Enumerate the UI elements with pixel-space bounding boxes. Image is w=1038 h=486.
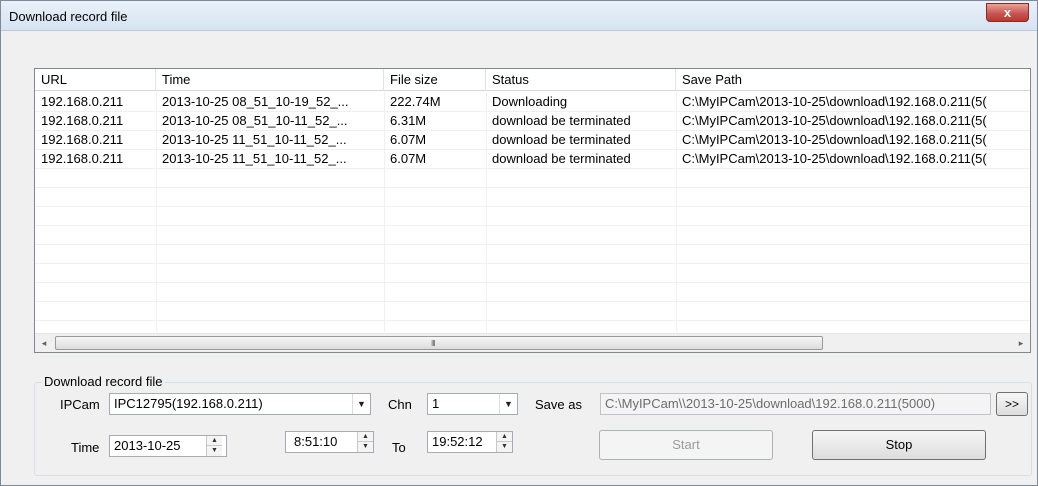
start-time-spinner[interactable]: ▲ ▼ bbox=[357, 432, 373, 452]
grid-row-line bbox=[35, 301, 1030, 302]
chn-label: Chn bbox=[388, 397, 412, 412]
to-label: To bbox=[392, 440, 406, 455]
grid-row-line bbox=[35, 206, 1030, 207]
start-button[interactable]: Start bbox=[599, 430, 773, 460]
groupbox-label: Download record file bbox=[42, 374, 165, 389]
column-header-time[interactable]: Time bbox=[156, 69, 384, 91]
grid-row-line bbox=[35, 225, 1030, 226]
cell-url: 192.168.0.211 bbox=[41, 94, 124, 109]
browse-button[interactable]: >> bbox=[996, 392, 1028, 416]
scroll-right-icon[interactable]: ▸ bbox=[1014, 336, 1028, 350]
ipcam-label: IPCam bbox=[60, 397, 100, 412]
cell-status: Downloading bbox=[492, 94, 568, 109]
column-header-save-path[interactable]: Save Path bbox=[676, 69, 1030, 91]
cell-save-path: C:\MyIPCam\2013-10-25\download\192.168.0… bbox=[682, 113, 987, 128]
table-row[interactable]: 192.168.0.211 2013-10-25 11_51_10-11_52_… bbox=[35, 130, 1030, 149]
download-record-dialog: Download record file x URL Time File siz… bbox=[0, 0, 1038, 486]
cell-time: 2013-10-25 08_51_10-19_52_... bbox=[162, 94, 349, 109]
table-row[interactable]: 192.168.0.211 2013-10-25 08_51_10-19_52_… bbox=[35, 92, 1030, 111]
cell-save-path: C:\MyIPCam\2013-10-25\download\192.168.0… bbox=[682, 151, 987, 166]
spin-down-icon[interactable]: ▼ bbox=[358, 442, 373, 452]
download-list[interactable]: URL Time File size Status Save Path 192.… bbox=[34, 68, 1031, 353]
cell-save-path: C:\MyIPCam\2013-10-25\download\192.168.0… bbox=[682, 94, 987, 109]
cell-save-path: C:\MyIPCam\2013-10-25\download\192.168.0… bbox=[682, 132, 987, 147]
start-time-value: 8:51:10 bbox=[294, 434, 338, 449]
spin-up-icon[interactable]: ▲ bbox=[497, 432, 512, 442]
table-row[interactable]: 192.168.0.211 2013-10-25 08_51_10-11_52_… bbox=[35, 111, 1030, 130]
date-field[interactable]: 2013-10-25 ▲ ▼ bbox=[109, 435, 227, 457]
save-as-label: Save as bbox=[535, 397, 582, 412]
cell-status: download be terminated bbox=[492, 132, 631, 147]
cell-file-size: 6.07M bbox=[390, 132, 427, 147]
cell-url: 192.168.0.211 bbox=[41, 132, 124, 147]
spin-down-icon[interactable]: ▼ bbox=[497, 442, 512, 452]
grid-row-line bbox=[35, 320, 1030, 321]
spin-down-icon[interactable]: ▼ bbox=[207, 446, 222, 456]
stop-button[interactable]: Stop bbox=[812, 430, 986, 460]
cell-time: 2013-10-25 11_51_10-11_52_... bbox=[162, 151, 347, 166]
horizontal-scrollbar[interactable]: ◂ III ▸ bbox=[35, 333, 1030, 352]
time-label: Time bbox=[71, 440, 100, 455]
grid-row-line bbox=[35, 244, 1030, 245]
cell-url: 192.168.0.211 bbox=[41, 113, 124, 128]
end-time-value: 19:52:12 bbox=[432, 434, 483, 449]
close-button[interactable]: x bbox=[986, 3, 1029, 22]
start-time-field[interactable]: 8:51:10 ▲ ▼ bbox=[285, 431, 374, 453]
grid-row-line bbox=[35, 282, 1030, 283]
spin-up-icon[interactable]: ▲ bbox=[358, 432, 373, 442]
table-row[interactable]: 192.168.0.211 2013-10-25 11_51_10-11_52_… bbox=[35, 149, 1030, 168]
chevron-down-icon[interactable]: ▼ bbox=[499, 394, 517, 414]
title-bar[interactable]: Download record file x bbox=[1, 1, 1037, 31]
scroll-grip-icon: III bbox=[431, 339, 436, 348]
save-path-field[interactable]: C:\MyIPCam\\2013-10-25\download\192.168.… bbox=[600, 393, 991, 415]
cell-file-size: 222.74M bbox=[390, 94, 441, 109]
cell-time: 2013-10-25 08_51_10-11_52_... bbox=[162, 113, 348, 128]
cell-file-size: 6.31M bbox=[390, 113, 427, 128]
grid-row-line bbox=[35, 263, 1030, 264]
grid-row-line bbox=[35, 187, 1030, 188]
column-header-file-size[interactable]: File size bbox=[384, 69, 486, 91]
cell-url: 192.168.0.211 bbox=[41, 151, 124, 166]
end-time-field[interactable]: 19:52:12 ▲ ▼ bbox=[427, 431, 513, 453]
scroll-thumb[interactable]: III bbox=[55, 336, 823, 350]
spin-up-icon[interactable]: ▲ bbox=[207, 436, 222, 446]
window-title: Download record file bbox=[9, 9, 128, 24]
list-body: 192.168.0.211 2013-10-25 08_51_10-19_52_… bbox=[35, 92, 1030, 332]
date-value: 2013-10-25 bbox=[114, 438, 181, 453]
grid-row-line bbox=[35, 168, 1030, 169]
ipcam-select[interactable]: IPC12795(192.168.0.211) ▼ bbox=[109, 393, 371, 415]
cell-file-size: 6.07M bbox=[390, 151, 427, 166]
scroll-left-icon[interactable]: ◂ bbox=[37, 336, 51, 350]
column-header-url[interactable]: URL bbox=[35, 69, 156, 91]
cell-status: download be terminated bbox=[492, 151, 631, 166]
end-time-spinner[interactable]: ▲ ▼ bbox=[496, 432, 512, 452]
column-header-status[interactable]: Status bbox=[486, 69, 676, 91]
chevron-down-icon[interactable]: ▼ bbox=[352, 394, 370, 414]
ipcam-value: IPC12795(192.168.0.211) bbox=[114, 396, 263, 411]
date-spinner[interactable]: ▲ ▼ bbox=[206, 436, 222, 456]
channel-select[interactable]: 1 ▼ bbox=[427, 393, 518, 415]
cell-time: 2013-10-25 11_51_10-11_52_... bbox=[162, 132, 347, 147]
list-header: URL Time File size Status Save Path bbox=[35, 69, 1030, 91]
close-icon: x bbox=[1003, 5, 1012, 20]
cell-status: download be terminated bbox=[492, 113, 631, 128]
channel-value: 1 bbox=[432, 396, 440, 411]
